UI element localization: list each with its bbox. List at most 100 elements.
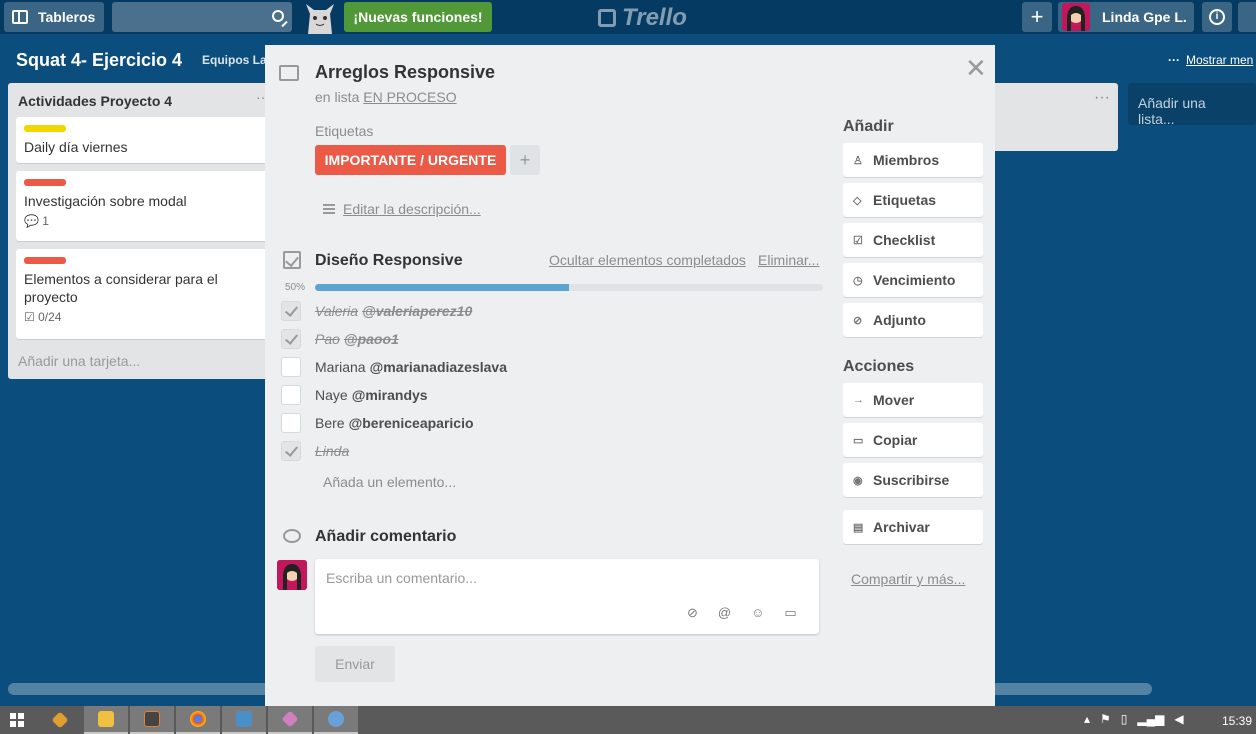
taskbar-app-chrome[interactable]	[176, 706, 220, 734]
clock[interactable]: 15:39	[1222, 714, 1252, 728]
checkbox[interactable]	[281, 357, 301, 377]
checklist-item[interactable]: Bere @bereniceaparicio	[281, 411, 474, 435]
boards-icon	[12, 10, 28, 24]
paperclip-icon[interactable]: ⊘	[687, 605, 698, 621]
card-label	[24, 179, 66, 186]
description-icon	[323, 204, 335, 214]
list-title[interactable]: Actividades Proyecto 4	[18, 93, 172, 109]
subscribe-button[interactable]: ◉ Suscribirse	[843, 463, 983, 497]
create-button[interactable]: +	[1022, 2, 1052, 32]
move-button[interactable]: → Mover	[843, 383, 983, 417]
notifications-button[interactable]	[1238, 2, 1256, 32]
card-label	[24, 125, 66, 132]
emoji-icon[interactable]: ☺	[751, 605, 764, 621]
mention-icon[interactable]: @	[718, 605, 731, 621]
card-title: Elementos a considerar para el proyecto	[24, 271, 218, 305]
checkbox[interactable]	[281, 329, 301, 349]
checklist-item[interactable]: Pao @paoo1	[281, 327, 399, 351]
taskbar-app-sublime[interactable]	[130, 706, 174, 734]
person-icon: ♙	[853, 154, 863, 167]
card-label	[24, 257, 66, 264]
taskbar-app-browser[interactable]	[314, 706, 358, 734]
attachment-button[interactable]: ⊘ Adjunto	[843, 303, 983, 337]
taskbar-app-explorer[interactable]	[84, 706, 128, 734]
search-icon[interactable]	[272, 10, 284, 22]
card-title: Daily día viernes	[24, 139, 128, 155]
battery-icon[interactable]: ▯	[1121, 712, 1128, 726]
checklist-badge: ☑ 0/24	[24, 310, 62, 324]
flag-icon[interactable]: ⚑	[1100, 712, 1111, 726]
card-title[interactable]: Arreglos Responsive	[315, 62, 495, 83]
checkbox[interactable]	[281, 301, 301, 321]
share-link[interactable]: Compartir y más...	[851, 571, 965, 587]
show-menu-button[interactable]: ··· Mostrar men	[1168, 53, 1253, 67]
checkbox-icon: ☑	[853, 234, 863, 247]
checkbox[interactable]	[281, 441, 301, 461]
checkbox[interactable]	[281, 385, 301, 405]
checklist-item[interactable]: Linda	[281, 439, 349, 463]
list-partial: ···	[994, 83, 1118, 151]
boards-button[interactable]: Tableros	[4, 2, 104, 32]
list-card[interactable]: Daily día viernes	[16, 117, 272, 163]
checklist-progress-label: 50%	[285, 282, 306, 293]
avatar	[277, 560, 307, 590]
add-checklist-item[interactable]: Añada un elemento...	[323, 474, 456, 490]
checklist-item[interactable]: Mariana @marianadiazeslava	[281, 355, 507, 379]
checklist-button[interactable]: ☑ Checklist	[843, 223, 983, 257]
due-date-button[interactable]: ◷ Vencimiento	[843, 263, 983, 297]
add-card-button[interactable]: Añadir una tarjeta...	[18, 353, 140, 369]
members-button[interactable]: ♙ Miembros	[843, 143, 983, 177]
send-comment-button[interactable]: Enviar	[315, 646, 395, 682]
search-input[interactable]	[112, 2, 292, 32]
checkbox[interactable]	[281, 413, 301, 433]
checklist-title[interactable]: Diseño Responsive	[315, 252, 463, 270]
taskbar-app-window[interactable]	[222, 706, 266, 734]
comment-icon	[283, 529, 301, 543]
delete-checklist-link[interactable]: Eliminar...	[758, 252, 819, 268]
user-name: Linda Gpe L.	[1102, 9, 1187, 25]
board-team[interactable]: Equipos La	[202, 53, 267, 67]
taskbar-app-git-2[interactable]	[268, 706, 312, 734]
board-title[interactable]: Squat 4- Ejercicio 4	[16, 50, 182, 71]
edit-description-link[interactable]: Editar la descripción...	[323, 201, 481, 217]
clock-icon: ◷	[853, 274, 863, 287]
user-menu-button[interactable]: Linda Gpe L.	[1058, 2, 1194, 32]
card-detail-modal: ✕ Arreglos Responsive en lista EN PROCES…	[265, 45, 995, 706]
list-menu-icon[interactable]: ···	[1094, 89, 1110, 107]
checklist-icon	[283, 251, 301, 269]
arrow-right-icon: →	[853, 394, 864, 406]
list: Actividades Proyecto 4 ··· Daily día vie…	[8, 83, 272, 379]
comment-tools: ⊘ @ ☺ ▭	[687, 605, 797, 621]
labels-heading: Etiquetas	[315, 123, 374, 139]
windows-start-icon[interactable]	[10, 713, 24, 727]
comment-input[interactable]: Escriba un comentario... ⊘ @ ☺ ▭	[315, 559, 819, 634]
card-icon[interactable]: ▭	[784, 605, 796, 621]
hide-completed-link[interactable]: Ocultar elementos completados	[549, 252, 746, 268]
comment-heading: Añadir comentario	[315, 528, 457, 545]
add-heading: Añadir	[843, 118, 894, 135]
card-title: Investigación sobre modal	[24, 193, 187, 209]
labels-button[interactable]: ◇ Etiquetas	[843, 183, 983, 217]
tray-expand-icon[interactable]: ▴	[1084, 712, 1090, 726]
card-list-info: en lista EN PROCESO	[315, 89, 457, 105]
list-link[interactable]: EN PROCESO	[363, 89, 456, 105]
info-button[interactable]: i	[1202, 2, 1232, 32]
add-label-button[interactable]: +	[510, 145, 540, 175]
taskbar-app-git[interactable]	[38, 706, 82, 734]
wifi-icon[interactable]: ▂▄▆	[1137, 712, 1164, 726]
volume-icon[interactable]: ◀	[1174, 712, 1183, 726]
close-icon[interactable]: ✕	[965, 53, 987, 84]
list-card[interactable]: Elementos a considerar para el proyecto …	[16, 249, 272, 339]
new-features-button[interactable]: ¡Nuevas funciones!	[344, 2, 492, 32]
top-header: Tableros ¡Nuevas funciones! Trello + Lin…	[0, 0, 1256, 34]
list-card[interactable]: Investigación sobre modal 💬 1	[16, 171, 272, 241]
trello-logo[interactable]: Trello	[598, 4, 687, 32]
archive-icon: ▤	[853, 521, 864, 534]
checklist-item[interactable]: Naye @mirandys	[281, 383, 428, 407]
checklist-item[interactable]: Valeria @valeriaperez10	[281, 299, 472, 323]
label-badge[interactable]: IMPORTANTE / URGENTE	[315, 145, 506, 175]
copy-button[interactable]: ▭ Copiar	[843, 423, 983, 457]
system-tray: ▴ ⚑ ▯ ▂▄▆ ◀	[1084, 712, 1184, 726]
archive-button[interactable]: ▤ Archivar	[843, 510, 983, 544]
add-list-button[interactable]: Añadir una lista...	[1128, 83, 1256, 127]
